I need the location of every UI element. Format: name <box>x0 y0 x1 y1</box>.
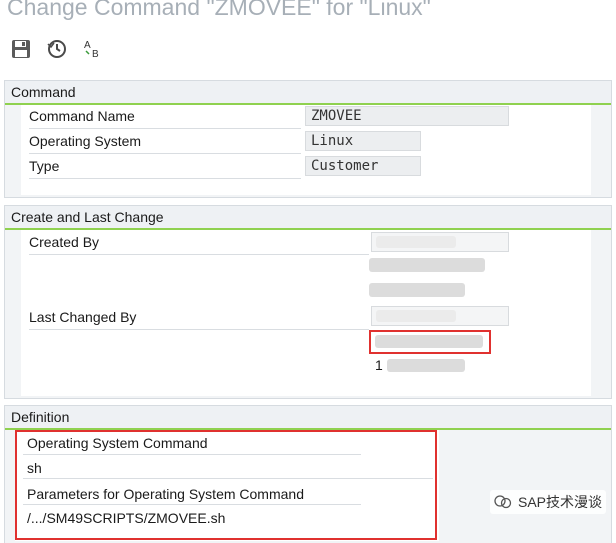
create-change-panel: Create and Last Change Created By Last C… <box>4 205 612 399</box>
operating-system-label: Operating System <box>29 133 142 149</box>
spelling-button[interactable]: A B <box>80 36 106 62</box>
create-change-header-label: Create and Last Change <box>11 209 164 225</box>
window-title: Change Command "ZMOVEE" for "Linux" <box>7 0 431 20</box>
divider <box>29 153 301 154</box>
svg-text:B: B <box>92 49 99 60</box>
divider <box>29 329 369 330</box>
create-change-panel-header: Create and Last Change <box>5 206 611 230</box>
divider <box>29 254 369 255</box>
redacted-date <box>369 258 485 272</box>
created-by-label: Created By <box>29 234 100 250</box>
redacted-date <box>375 335 483 348</box>
type-label: Type <box>29 158 60 174</box>
divider <box>29 128 301 129</box>
watermark: SAP技术漫谈 <box>489 490 606 514</box>
operating-system-field[interactable]: Linux <box>305 131 421 151</box>
wechat-icon <box>494 495 512 509</box>
watermark-text: SAP技术漫谈 <box>517 494 602 510</box>
last-changed-by-label: Last Changed By <box>29 309 137 325</box>
toolbar: A B <box>8 36 118 64</box>
command-header-label: Command <box>11 84 76 100</box>
os-command-input[interactable]: sh <box>27 460 42 476</box>
command-panel-header: Command <box>5 81 611 105</box>
command-name-label: Command Name <box>29 108 135 124</box>
check-clock-icon <box>47 40 66 58</box>
definition-header-label: Definition <box>11 409 70 425</box>
save-button[interactable] <box>8 36 34 62</box>
redacted-time <box>387 359 465 372</box>
command-panel-body: Command Name ZMOVEE Operating System Lin… <box>21 105 591 195</box>
svg-text:A: A <box>84 40 91 51</box>
redacted-text <box>376 236 456 248</box>
definition-panel-header: Definition <box>5 406 611 430</box>
type-field[interactable]: Customer <box>305 156 421 176</box>
create-change-panel-body: Created By Last Changed By 1 <box>21 230 591 396</box>
last-changed-time-value: 1 <box>375 357 383 373</box>
os-command-label: Operating System Command <box>27 435 208 451</box>
ab-text-icon: A B <box>84 40 99 60</box>
params-input[interactable]: /.../SM49SCRIPTS/ZMOVEE.sh <box>27 510 225 526</box>
save-icon <box>12 40 30 58</box>
divider <box>29 178 301 179</box>
params-label: Parameters for Operating System Command <box>27 486 304 502</box>
command-panel: Command Command Name ZMOVEE Operating Sy… <box>4 80 612 198</box>
command-name-field[interactable]: ZMOVEE <box>305 106 509 126</box>
divider <box>23 454 361 455</box>
redacted-text <box>376 310 456 322</box>
divider <box>23 504 361 505</box>
redacted-time <box>369 283 465 297</box>
divider <box>23 478 433 479</box>
check-button[interactable] <box>44 36 70 62</box>
definition-panel: Definition Operating System Command sh P… <box>4 405 612 543</box>
